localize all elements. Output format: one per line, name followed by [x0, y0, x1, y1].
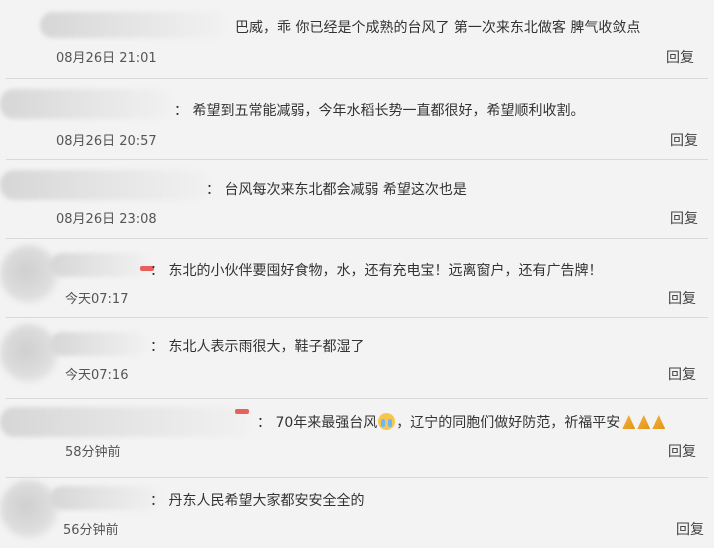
comment-text: ： 丹东人民希望大家都安安全全的: [150, 493, 365, 509]
comment-text: ： 东北人表示雨很大，鞋子都湿了: [150, 339, 365, 355]
comment-time: 56分钟前: [63, 523, 119, 538]
blurred-username: [40, 12, 225, 38]
comment-item: 巴威，乖 你已经是个成熟的台风了 第一次来东北做客 脾气收敛点 08月26日 2…: [0, 0, 714, 78]
blurred-avatar: [0, 324, 58, 382]
comment-text: ： 东北的小伙伴要囤好食物，水，还有充电宝！远离窗户，还有广告牌！: [150, 263, 603, 279]
reply-button[interactable]: 回复: [670, 130, 698, 150]
blurred-username: [50, 332, 148, 356]
comment-time: 今天07:16: [65, 368, 129, 383]
folded-hands-icon: [637, 415, 651, 429]
reply-button[interactable]: 回复: [676, 519, 704, 539]
comment-item: ： 东北人表示雨很大，鞋子都湿了 今天07:16 回复: [0, 318, 714, 398]
user-badge: [235, 409, 249, 414]
blurred-username: [0, 407, 250, 437]
blurred-username: [50, 486, 160, 510]
comment-text-part: ： 70年来最强台风: [257, 415, 378, 431]
comment-text: ： 台风每次来东北都会减弱 希望这次也是: [206, 182, 467, 198]
blurred-username: [50, 253, 150, 277]
comment-time: 08月26日 23:08: [56, 212, 157, 227]
blurred-avatar: [0, 245, 58, 303]
comment-time: 08月26日 21:01: [56, 51, 157, 66]
comment-item: ： 东北的小伙伴要囤好食物，水，还有充电宝！远离窗户，还有广告牌！ 今天07:1…: [0, 239, 714, 317]
reply-button[interactable]: 回复: [668, 441, 696, 461]
blurred-username: [0, 89, 172, 119]
comment-time: 08月26日 20:57: [56, 134, 157, 149]
comment-time: 58分钟前: [65, 445, 121, 460]
comment-text: 巴威，乖 你已经是个成熟的台风了 第一次来东北做客 脾气收敛点: [235, 20, 641, 36]
blurred-username: [0, 170, 210, 200]
folded-hands-icon: [652, 415, 666, 429]
comment-item: ： 台风每次来东北都会减弱 希望这次也是 08月26日 23:08 回复: [0, 160, 714, 238]
comment-text: ： 希望到五常能减弱，今年水稻长势一直都很好，希望顺利收割。: [174, 103, 585, 119]
crying-face-icon: [378, 413, 396, 430]
comment-text-part: ，辽宁的同胞们做好防范，祈福平安: [396, 415, 621, 431]
comment-text: ： 70年来最强台风 ，辽宁的同胞们做好防范，祈福平安: [257, 412, 666, 432]
comment-item: ： 70年来最强台风 ，辽宁的同胞们做好防范，祈福平安 58分钟前 回复: [0, 399, 714, 479]
folded-hands-icon: [622, 415, 636, 429]
comment-item: ： 希望到五常能减弱，今年水稻长势一直都很好，希望顺利收割。 08月26日 20…: [0, 79, 714, 159]
reply-button[interactable]: 回复: [670, 208, 698, 228]
comment-time: 今天07:17: [65, 292, 129, 307]
reply-button[interactable]: 回复: [668, 288, 696, 308]
comment-item: ： 丹东人民希望大家都安安全全的 56分钟前 回复: [0, 478, 714, 548]
reply-button[interactable]: 回复: [668, 364, 696, 384]
blurred-avatar: [0, 480, 58, 538]
reply-button[interactable]: 回复: [666, 47, 694, 67]
